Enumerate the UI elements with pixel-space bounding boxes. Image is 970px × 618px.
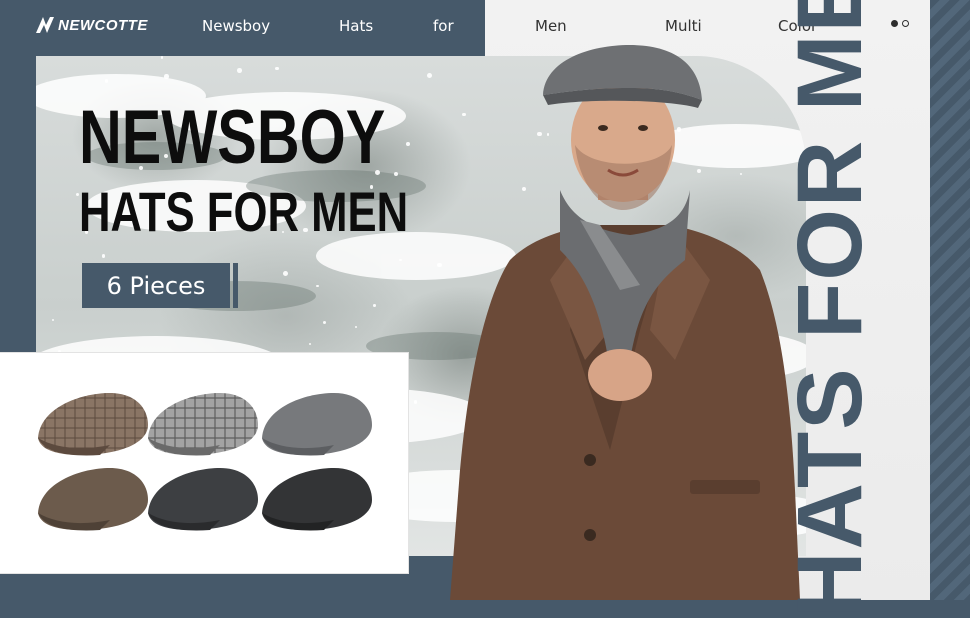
carousel-dot[interactable] bbox=[902, 20, 909, 27]
nav-word-multi: Multi bbox=[665, 17, 702, 35]
charcoal-cap bbox=[148, 468, 258, 531]
striped-edge bbox=[930, 0, 970, 600]
nav-word-men: Men bbox=[535, 17, 567, 35]
grey-plaid-cap bbox=[148, 393, 258, 456]
snowflake bbox=[275, 66, 279, 71]
snowflake bbox=[406, 142, 410, 146]
carousel-indicator bbox=[891, 20, 909, 27]
snowflake bbox=[236, 67, 242, 73]
model-figure bbox=[450, 45, 800, 600]
badge-accent-bar bbox=[233, 263, 238, 308]
pieces-badge: 6 Pieces bbox=[82, 263, 230, 308]
snowflake bbox=[164, 74, 169, 79]
logo-text: NEWCOTTE bbox=[58, 16, 148, 34]
snowflake bbox=[101, 253, 106, 258]
snowflake bbox=[282, 270, 288, 276]
vertical-banner-text: HATS FOR MEN bbox=[779, 0, 881, 618]
nav-word-for: for bbox=[433, 17, 454, 35]
brand-logo[interactable]: NEWCOTTE bbox=[34, 12, 148, 38]
headline-line-1: NEWSBOY bbox=[79, 95, 386, 180]
snowflake bbox=[104, 79, 108, 83]
nav-word-newsboy: Newsboy bbox=[202, 17, 271, 35]
logo-mark-icon bbox=[36, 17, 54, 33]
brown-cap bbox=[38, 468, 148, 531]
cap-swatches bbox=[38, 393, 372, 531]
brown-plaid-cap bbox=[38, 393, 148, 456]
snowflake bbox=[322, 320, 326, 324]
dark-grey-cap bbox=[262, 468, 372, 531]
snowflake bbox=[426, 73, 432, 79]
cap-swatch-card bbox=[0, 353, 408, 573]
nav-word-hats: Hats bbox=[339, 17, 374, 35]
snowflake bbox=[372, 304, 376, 307]
carousel-dot-active[interactable] bbox=[891, 20, 898, 27]
light-grey-cap bbox=[262, 393, 372, 456]
headline-line-2: HATS FOR MEN bbox=[79, 180, 409, 243]
snowflake bbox=[316, 284, 319, 287]
